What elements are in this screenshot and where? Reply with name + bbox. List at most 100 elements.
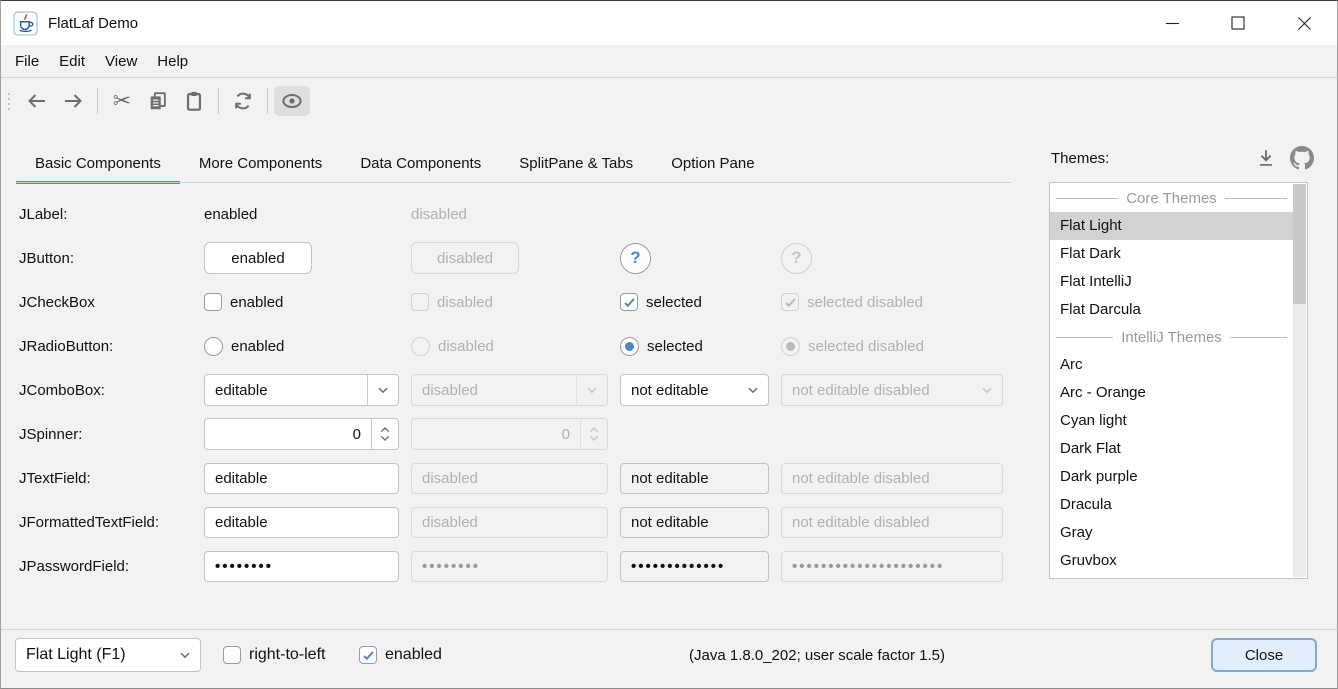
theme-item-arc[interactable]: Arc	[1050, 351, 1293, 379]
combobox-disabled: disabled	[411, 374, 608, 406]
close-window-button[interactable]	[1271, 1, 1337, 45]
passwordfield-editable[interactable]: ••••••••	[204, 551, 399, 582]
checkbox-enabled[interactable]: enabled	[204, 293, 399, 311]
radio-selected[interactable]: selected	[620, 337, 769, 356]
enabled-button[interactable]: enabled	[204, 242, 312, 274]
spinner-enabled[interactable]: 0	[204, 418, 399, 450]
chevron-down-icon	[376, 383, 390, 397]
textfield-disabled: disabled	[411, 463, 608, 494]
title-bar: FlatLaf Demo	[1, 1, 1337, 45]
tab-splitpane-tabs[interactable]: SplitPane & Tabs	[500, 148, 652, 184]
app-window: FlatLaf Demo File Edit View Help	[0, 0, 1338, 689]
jformattedtextfield-row-label: JFormattedTextField:	[19, 514, 192, 531]
theme-item-gray[interactable]: Gray	[1050, 519, 1293, 547]
radio-selected-disabled: selected disabled	[781, 337, 1003, 356]
close-button[interactable]: Close	[1211, 638, 1317, 672]
chevron-down-icon	[178, 648, 192, 662]
download-icon[interactable]	[1255, 147, 1277, 174]
themes-scrollbar[interactable]	[1293, 184, 1306, 577]
combobox-not-editable[interactable]: not editable	[620, 374, 769, 406]
checkbox-selected[interactable]: selected	[620, 293, 769, 311]
java-coffee-cup-icon	[13, 11, 38, 36]
chevron-down-icon	[746, 383, 760, 397]
refresh-button[interactable]	[225, 86, 261, 116]
theme-item-dracula[interactable]: Dracula	[1050, 491, 1293, 519]
radio-dot	[786, 342, 795, 351]
formatted-textfield-not-editable: not editable	[620, 507, 769, 538]
forward-icon	[61, 89, 85, 113]
themes-list[interactable]: Core Themes Flat Light Flat Dark Flat In…	[1049, 182, 1308, 579]
java-version-status: (Java 1.8.0_202; user scale factor 1.5)	[689, 647, 945, 664]
radio-disabled: disabled	[411, 337, 608, 356]
jcombobox-row-label: JComboBox:	[19, 382, 192, 399]
theme-item-arc-orange[interactable]: Arc - Orange	[1050, 379, 1293, 407]
look-and-feel-combobox[interactable]: Flat Light (F1)	[15, 638, 201, 672]
theme-item-flat-darcula[interactable]: Flat Darcula	[1050, 296, 1293, 324]
radio-enabled[interactable]: enabled	[204, 337, 399, 356]
checkbox-box	[223, 646, 241, 664]
menu-help[interactable]: Help	[147, 49, 198, 74]
menu-edit[interactable]: Edit	[49, 49, 95, 74]
help-button[interactable]: ?	[620, 243, 651, 274]
scrollbar-thumb[interactable]	[1293, 184, 1306, 304]
maximize-icon	[1231, 16, 1245, 30]
forward-button[interactable]	[55, 86, 91, 116]
list-separator-core-themes: Core Themes	[1050, 185, 1293, 212]
minimize-icon	[1165, 16, 1180, 31]
enabled-checkbox[interactable]: enabled	[359, 646, 442, 664]
menu-view[interactable]: View	[95, 49, 147, 74]
right-to-left-checkbox[interactable]: right-to-left	[223, 646, 325, 664]
toolbar-grip[interactable]	[8, 93, 10, 110]
tab-basic-components[interactable]: Basic Components	[16, 148, 180, 184]
textfield-editable[interactable]: editable	[204, 463, 399, 494]
copy-button[interactable]	[140, 86, 176, 116]
theme-item-cyan-light[interactable]: Cyan light	[1050, 407, 1293, 435]
tab-option-pane[interactable]: Option Pane	[652, 148, 773, 184]
cut-button[interactable]: ✂	[104, 86, 140, 116]
tabs-underline	[16, 182, 1011, 183]
spinner-up-down-icons	[581, 425, 607, 443]
theme-item-flat-dark[interactable]: Flat Dark	[1050, 240, 1293, 268]
checkbox-box	[781, 293, 799, 311]
toolbar-separator	[267, 88, 268, 114]
jspinner-row-label: JSpinner:	[19, 426, 192, 443]
maximize-button[interactable]	[1205, 1, 1271, 45]
menu-file[interactable]: File	[5, 49, 49, 74]
jlabel-enabled: enabled	[204, 206, 399, 223]
show-toggle-button[interactable]	[274, 86, 310, 116]
chevron-down-icon	[585, 383, 599, 397]
back-icon	[25, 89, 49, 113]
close-icon	[1297, 16, 1312, 31]
theme-item-flat-light[interactable]: Flat Light	[1050, 212, 1293, 240]
checkbox-box	[359, 646, 377, 664]
spinner-up-down-icons[interactable]	[372, 425, 398, 443]
textfield-not-editable: not editable	[620, 463, 769, 494]
github-icon[interactable]	[1290, 146, 1314, 175]
window-title: FlatLaf Demo	[48, 15, 138, 32]
theme-item-dark-flat[interactable]: Dark Flat	[1050, 435, 1293, 463]
theme-item-flat-intellij[interactable]: Flat IntelliJ	[1050, 268, 1293, 296]
paste-icon	[183, 90, 205, 112]
passwordfield-not-editable: •••••••••••••	[620, 551, 769, 582]
disabled-button: disabled	[411, 242, 519, 274]
tab-data-components[interactable]: Data Components	[341, 148, 500, 184]
formatted-textfield-editable[interactable]: editable	[204, 507, 399, 538]
menu-bar: File Edit View Help	[1, 45, 1337, 78]
tab-more-components[interactable]: More Components	[180, 148, 341, 184]
minimize-button[interactable]	[1139, 1, 1205, 45]
toolbar-separator	[97, 88, 98, 114]
theme-item-dark-purple[interactable]: Dark purple	[1050, 463, 1293, 491]
textfield-not-editable-disabled: not editable disabled	[781, 463, 1003, 494]
combobox-editable[interactable]: editable	[204, 374, 399, 406]
radio-circle	[781, 337, 800, 356]
jtextfield-row-label: JTextField:	[19, 470, 192, 487]
list-separator-intellij-themes: IntelliJ Themes	[1050, 324, 1293, 351]
cut-icon: ✂	[113, 90, 131, 112]
spinner-disabled: 0	[411, 418, 608, 450]
checkmark-icon	[623, 296, 636, 309]
paste-button[interactable]	[176, 86, 212, 116]
basic-components-panel: JLabel: enabled disabled JButton: enable…	[19, 192, 1003, 588]
toolbar: ✂	[1, 79, 1337, 123]
back-button[interactable]	[19, 86, 55, 116]
theme-item-gruvbox[interactable]: Gruvbox	[1050, 547, 1293, 575]
